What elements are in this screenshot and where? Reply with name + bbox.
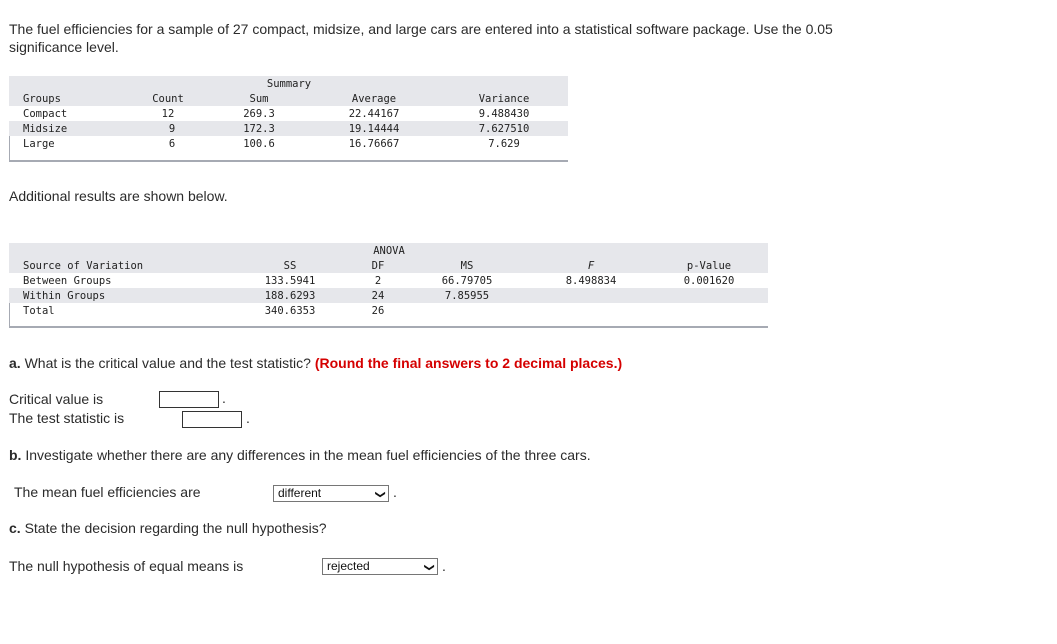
table-cell: 188.6293 <box>264 290 316 302</box>
table-cell: 24 <box>371 290 385 302</box>
summary-header-average: Average <box>351 93 397 105</box>
anova-header-ss: SS <box>283 260 297 272</box>
table-cell: 7.627510 <box>478 123 530 135</box>
mean-efficiency-select[interactable]: different ❯ <box>273 485 389 502</box>
table-cell: 7.629 <box>488 138 520 150</box>
part-b-letter: b. <box>9 447 22 463</box>
anova-row-band <box>9 288 768 303</box>
table-cell: 66.79705 <box>441 275 493 287</box>
part-c-question: c. State the decision regarding the null… <box>9 520 327 537</box>
table-cell: 269.3 <box>243 108 275 120</box>
part-c-question-text: State the decision regarding the null hy… <box>24 520 327 536</box>
summary-bottom-rule <box>9 160 568 162</box>
table-cell: 100.6 <box>243 138 275 150</box>
table-cell: 12 <box>161 108 175 120</box>
table-cell: Within Groups <box>23 290 106 302</box>
table-cell: Midsize <box>23 123 68 135</box>
part-a-letter: a. <box>9 355 21 371</box>
test-statistic-input[interactable] <box>182 411 242 428</box>
table-cell: 9.488430 <box>478 108 530 120</box>
test-statistic-period: . <box>246 410 250 426</box>
table-cell: Between Groups <box>23 275 112 287</box>
part-a-question: a. What is the critical value and the te… <box>9 355 622 372</box>
table-cell: 133.5941 <box>264 275 316 287</box>
anova-left-rule <box>9 303 10 326</box>
critical-value-label: Critical value is <box>9 391 104 407</box>
table-cell: 6 <box>168 138 176 150</box>
part-a-round-note: (Round the final answers to 2 decimal pl… <box>314 355 623 371</box>
summary-header-groups: Groups <box>23 93 61 105</box>
null-hypothesis-period: . <box>442 558 446 574</box>
anova-header-f: F <box>587 260 595 272</box>
table-cell: 0.001620 <box>683 275 735 287</box>
part-c-letter: c. <box>9 520 21 536</box>
critical-value-period: . <box>222 390 226 406</box>
table-cell: 19.14444 <box>348 123 400 135</box>
table-cell: 172.3 <box>243 123 275 135</box>
part-a-question-text: What is the critical value and the test … <box>24 355 311 371</box>
anova-title: ANOVA <box>373 245 405 257</box>
anova-header-source: Source of Variation <box>23 260 144 272</box>
table-cell: 340.6353 <box>264 305 316 317</box>
table-cell: 22.44167 <box>348 108 400 120</box>
chevron-down-icon: ❯ <box>374 490 386 499</box>
table-cell: Large <box>23 138 55 150</box>
critical-value-input[interactable] <box>159 391 219 408</box>
table-cell: 16.76667 <box>348 138 400 150</box>
mean-efficiency-label: The mean fuel efficiencies are <box>14 484 201 500</box>
table-cell: 7.85955 <box>444 290 490 302</box>
chevron-down-icon: ❯ <box>423 563 435 572</box>
intro-line-2: significance level. <box>9 39 119 55</box>
table-cell: Total <box>23 305 55 317</box>
table-cell: 9 <box>168 123 176 135</box>
summary-header-variance: Variance <box>478 93 530 105</box>
null-hypothesis-selected: rejected <box>327 559 370 573</box>
table-cell: 26 <box>371 305 385 317</box>
mean-efficiency-selected: different <box>278 486 322 500</box>
test-statistic-label: The test statistic is <box>9 410 125 426</box>
null-hypothesis-select[interactable]: rejected ❯ <box>322 558 438 575</box>
summary-header-count: Count <box>152 93 184 105</box>
part-b-question: b. Investigate whether there are any dif… <box>9 447 591 464</box>
table-cell: Compact <box>23 108 68 120</box>
additional-results-text: Additional results are shown below. <box>9 188 228 204</box>
table-cell: 8.498834 <box>565 275 617 287</box>
anova-header-ms: MS <box>460 260 474 272</box>
table-cell: 2 <box>374 275 382 287</box>
anova-bottom-rule <box>9 326 768 328</box>
summary-left-rule <box>9 136 10 160</box>
intro-line-1: The fuel efficiencies for a sample of 27… <box>9 21 833 37</box>
summary-title: Summary <box>266 78 312 90</box>
mean-efficiency-period: . <box>393 484 397 500</box>
anova-header-df: DF <box>371 260 385 272</box>
null-hypothesis-label: The null hypothesis of equal means is <box>9 558 244 574</box>
summary-header-sum: Sum <box>249 93 269 105</box>
anova-header-pvalue: p-Value <box>686 260 732 272</box>
part-b-question-text: Investigate whether there are any differ… <box>25 447 591 463</box>
